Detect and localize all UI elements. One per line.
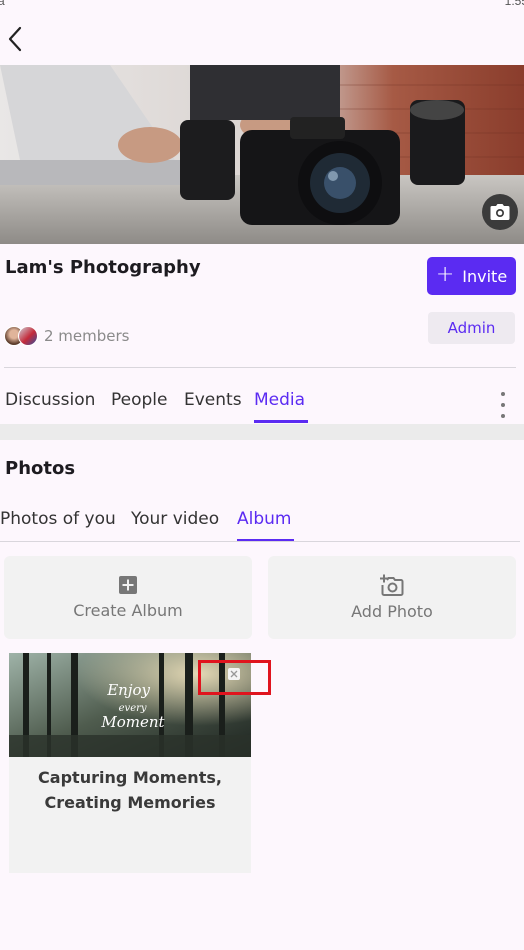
tab-discussion[interactable]: Discussion bbox=[5, 390, 95, 410]
add-photo-label: Add Photo bbox=[351, 602, 433, 621]
add-photo-icon bbox=[380, 574, 404, 596]
create-album-button[interactable]: Create Album bbox=[4, 556, 252, 639]
members-summary[interactable]: 2 members bbox=[4, 324, 130, 348]
more-options-button[interactable] bbox=[496, 392, 510, 418]
add-photo-button[interactable]: Add Photo bbox=[268, 556, 516, 639]
divider bbox=[4, 367, 516, 368]
admin-badge: Admin bbox=[428, 312, 515, 344]
invite-button[interactable]: + Invite bbox=[427, 257, 516, 295]
divider bbox=[0, 541, 520, 542]
change-cover-button[interactable] bbox=[482, 194, 518, 230]
tab-people[interactable]: People bbox=[111, 390, 167, 410]
section-separator bbox=[0, 424, 524, 440]
cover-photo bbox=[0, 65, 524, 244]
dot bbox=[501, 414, 505, 418]
status-bar: a 1:55 bbox=[0, 0, 524, 10]
section-title: Photos bbox=[5, 458, 76, 479]
highlight-box bbox=[198, 660, 271, 695]
plus-icon: + bbox=[435, 262, 455, 287]
chevron-left-icon bbox=[8, 26, 22, 52]
add-box-icon bbox=[119, 576, 137, 594]
invite-label: Invite bbox=[462, 266, 508, 286]
album-title: Capturing Moments, Creating Memories bbox=[38, 768, 222, 812]
subtab-album[interactable]: Album bbox=[237, 509, 291, 529]
active-tab-indicator bbox=[254, 420, 308, 423]
tab-events[interactable]: Events bbox=[184, 390, 242, 410]
subtab-your-video[interactable]: Your video bbox=[131, 509, 219, 529]
avatar bbox=[18, 326, 38, 346]
back-button[interactable] bbox=[0, 22, 30, 56]
tab-media[interactable]: Media bbox=[254, 390, 305, 410]
subtab-photos-of-you[interactable]: Photos of you bbox=[0, 509, 116, 529]
dot bbox=[501, 392, 505, 396]
member-count: 2 members bbox=[44, 327, 130, 345]
create-album-label: Create Album bbox=[73, 601, 183, 620]
group-name: Lam's Photography bbox=[5, 257, 201, 278]
status-left: a bbox=[0, 0, 5, 8]
camera-icon bbox=[490, 204, 510, 220]
status-time: 1:55 bbox=[504, 0, 524, 8]
dot bbox=[501, 403, 505, 407]
